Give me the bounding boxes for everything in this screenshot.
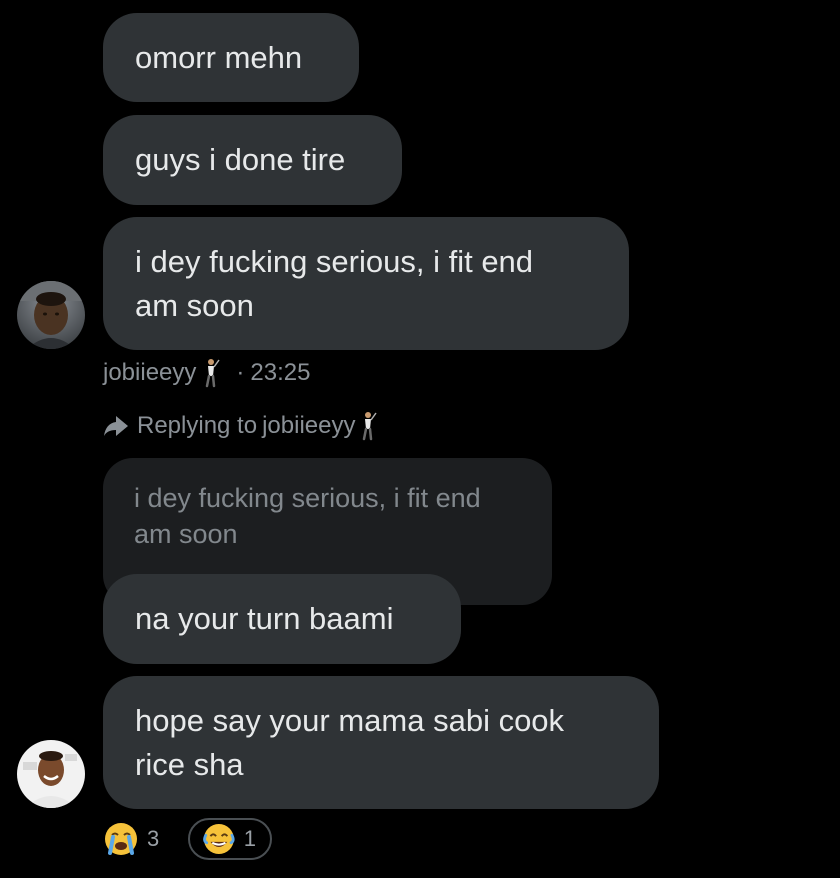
message-timestamp: 23:25: [250, 359, 311, 386]
avatar[interactable]: [17, 281, 85, 349]
profile-photo-icon: [17, 281, 85, 349]
golfer-icon: [363, 412, 378, 441]
loudly-crying-face-icon: [105, 823, 137, 855]
message-bubble[interactable]: omorr mehn: [103, 13, 359, 102]
face-with-tears-of-joy-icon: [203, 824, 235, 854]
message-text: omorr mehn: [135, 39, 303, 75]
reply-context[interactable]: Replying to jobiieeyy: [103, 409, 379, 443]
message-meta: jobiieeyy · 23:25: [103, 357, 310, 389]
message-text: i dey fucking serious, i fit end am soon: [135, 243, 534, 323]
reaction-count: 1: [243, 826, 256, 851]
sender-username[interactable]: jobiieeyy: [103, 357, 196, 389]
message-bubble[interactable]: i dey fucking serious, i fit end am soon: [103, 217, 629, 350]
message-bubble[interactable]: hope say your mama sabi cook rice sha: [103, 676, 659, 809]
message-text: guys i done tire: [135, 142, 346, 177]
message-text: na your turn baami: [135, 601, 394, 636]
message-bubble[interactable]: na your turn baami: [103, 574, 461, 664]
reaction[interactable]: 1: [188, 818, 272, 860]
reaction-count: 3: [147, 826, 160, 851]
message-text: hope say your mama sabi cook rice sha: [135, 702, 565, 782]
reply-arrow-icon: [104, 416, 128, 436]
golfer-icon: [206, 359, 221, 388]
reaction[interactable]: 3: [103, 818, 159, 860]
profile-photo-icon: [17, 740, 85, 808]
message-bubble[interactable]: guys i done tire: [103, 115, 402, 205]
reply-username[interactable]: jobiieeyy: [262, 409, 355, 443]
avatar[interactable]: [17, 740, 85, 808]
reply-prefix: Replying to: [137, 412, 258, 439]
meta-separator: ·: [236, 359, 245, 386]
